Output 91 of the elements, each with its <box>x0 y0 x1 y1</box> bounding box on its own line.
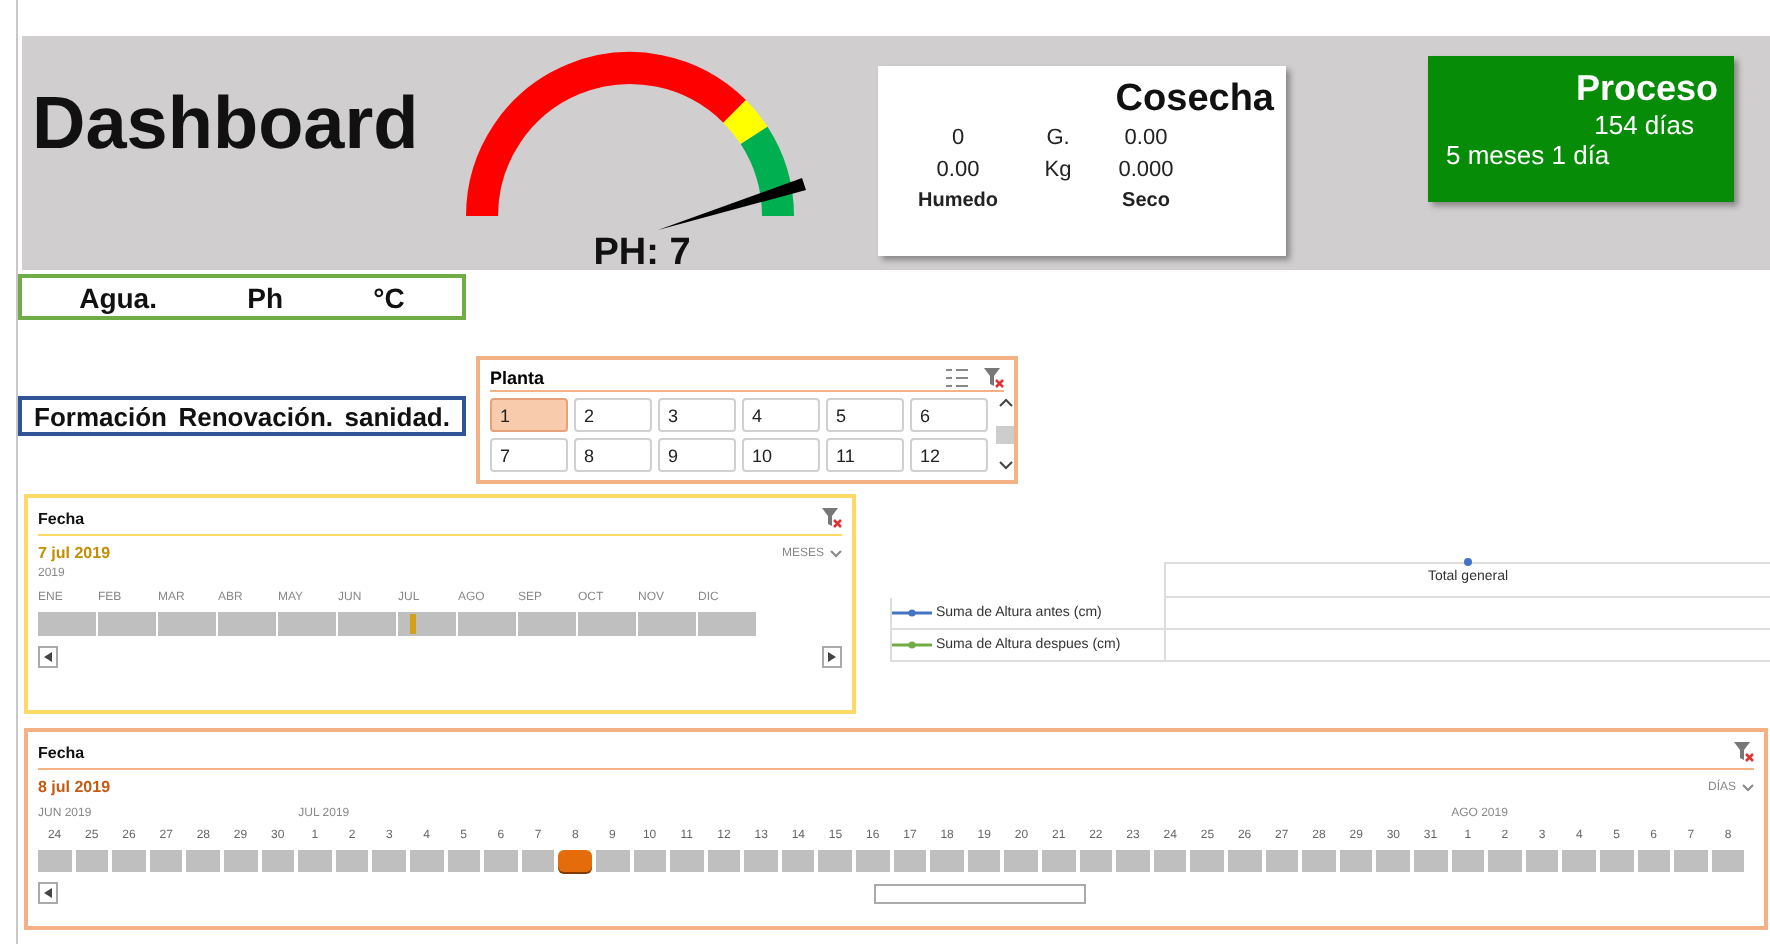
unit-label: Kg <box>1044 158 1072 182</box>
day-period[interactable] <box>707 850 741 872</box>
scroll-left-button[interactable] <box>38 646 58 668</box>
harvest-value: 0 <box>951 126 965 150</box>
unit-label: G. <box>1046 126 1070 150</box>
data-point-icon <box>1464 558 1472 566</box>
day-period[interactable] <box>1451 850 1485 872</box>
timeline-title: Fecha <box>38 509 85 527</box>
day-period[interactable] <box>1599 850 1634 872</box>
scroll-thumb[interactable] <box>874 883 1086 903</box>
month-period[interactable] <box>458 612 516 636</box>
day-period[interactable] <box>223 850 258 872</box>
slicer-item[interactable]: 6 <box>910 398 988 432</box>
slicer-scrollbar[interactable] <box>996 398 1014 470</box>
column-label: Formación <box>34 401 167 431</box>
scroll-left-button[interactable] <box>38 882 58 904</box>
day-period[interactable] <box>1339 850 1373 872</box>
month-period[interactable] <box>98 612 156 636</box>
month-period[interactable] <box>578 612 636 636</box>
triangle-left-icon <box>44 652 52 662</box>
triangle-left-icon <box>44 888 52 898</box>
day-period[interactable] <box>1265 850 1299 872</box>
day-period[interactable] <box>1153 850 1187 872</box>
day-period[interactable] <box>409 850 444 872</box>
day-period[interactable] <box>447 850 481 872</box>
day-period[interactable] <box>781 850 815 872</box>
harvest-value: Seco <box>1122 190 1170 212</box>
day-period[interactable] <box>335 850 369 872</box>
slicer-item[interactable]: 2 <box>574 398 652 432</box>
column-label: Renovación. <box>178 401 333 431</box>
clear-filter-icon[interactable] <box>822 508 842 528</box>
dashboard-title: Dashboard <box>32 82 421 166</box>
slicer-item[interactable]: 7 <box>490 438 568 472</box>
day-period[interactable] <box>633 850 667 872</box>
scroll-right-button[interactable] <box>822 646 842 668</box>
slicer-item[interactable]: 12 <box>910 438 988 472</box>
day-period[interactable] <box>1004 850 1039 872</box>
ph-reading: PH: 7 <box>593 232 691 274</box>
slicer-item[interactable]: 11 <box>826 438 904 472</box>
slicer-item[interactable]: 4 <box>742 398 820 432</box>
slicer-item[interactable]: 5 <box>826 398 904 432</box>
day-period[interactable] <box>1711 850 1745 872</box>
chevron-down-icon[interactable] <box>997 460 1013 470</box>
day-period[interactable] <box>1525 850 1559 872</box>
month-period[interactable] <box>278 612 336 636</box>
day-period[interactable] <box>818 850 853 872</box>
month-period[interactable] <box>218 612 276 636</box>
month-period[interactable] <box>638 612 696 636</box>
timeline-title: Fecha <box>38 743 85 761</box>
selected-date: 8 jul 2019 <box>38 778 111 796</box>
month-period[interactable] <box>398 612 456 636</box>
slicer-title: Planta <box>490 367 547 387</box>
harvest-value: Humedo <box>918 190 998 212</box>
day-period[interactable] <box>149 850 183 872</box>
slicer-item[interactable]: 8 <box>574 438 652 472</box>
slicer-item[interactable]: 3 <box>658 398 736 432</box>
column-label: Ph <box>247 281 284 313</box>
month-period[interactable] <box>338 612 396 636</box>
column-label: sanidad. <box>344 401 450 431</box>
month-period[interactable] <box>518 612 576 636</box>
selected-date: 7 jul 2019 <box>38 544 111 562</box>
day-period[interactable] <box>595 850 629 872</box>
month-period[interactable] <box>158 612 216 636</box>
day-period[interactable] <box>967 850 1001 872</box>
clear-filter-icon[interactable] <box>1734 742 1754 762</box>
column-label: °C <box>373 281 405 313</box>
clear-filter-icon[interactable] <box>984 367 1004 387</box>
harvest-value: 0.00 <box>936 158 980 182</box>
day-period[interactable] <box>75 850 109 872</box>
slicer-item[interactable]: 9 <box>658 438 736 472</box>
day-period[interactable] <box>558 850 592 872</box>
multi-select-icon[interactable] <box>946 367 968 387</box>
slicer-item[interactable]: 1 <box>490 398 568 432</box>
month-period[interactable] <box>698 612 756 636</box>
month-period[interactable] <box>38 612 96 636</box>
day-period[interactable] <box>521 850 555 872</box>
triangle-right-icon <box>828 652 836 662</box>
card-title: Cosecha <box>1115 78 1274 122</box>
duration-text: 5 meses 1 día <box>1446 140 1610 170</box>
column-label: Agua. <box>79 281 157 313</box>
harvest-value: 0.00 <box>1124 126 1168 150</box>
harvest-value: 0.000 <box>1118 158 1174 182</box>
slicer-item[interactable]: 10 <box>742 438 820 472</box>
day-period[interactable] <box>261 850 295 872</box>
day-period[interactable] <box>1637 850 1671 872</box>
day-period[interactable] <box>1413 850 1448 872</box>
chevron-up-icon[interactable] <box>997 398 1013 408</box>
card-title: Proceso <box>1575 68 1718 110</box>
day-period[interactable] <box>893 850 927 872</box>
day-period[interactable] <box>1079 850 1113 872</box>
duration-text: 154 días <box>1594 110 1694 140</box>
